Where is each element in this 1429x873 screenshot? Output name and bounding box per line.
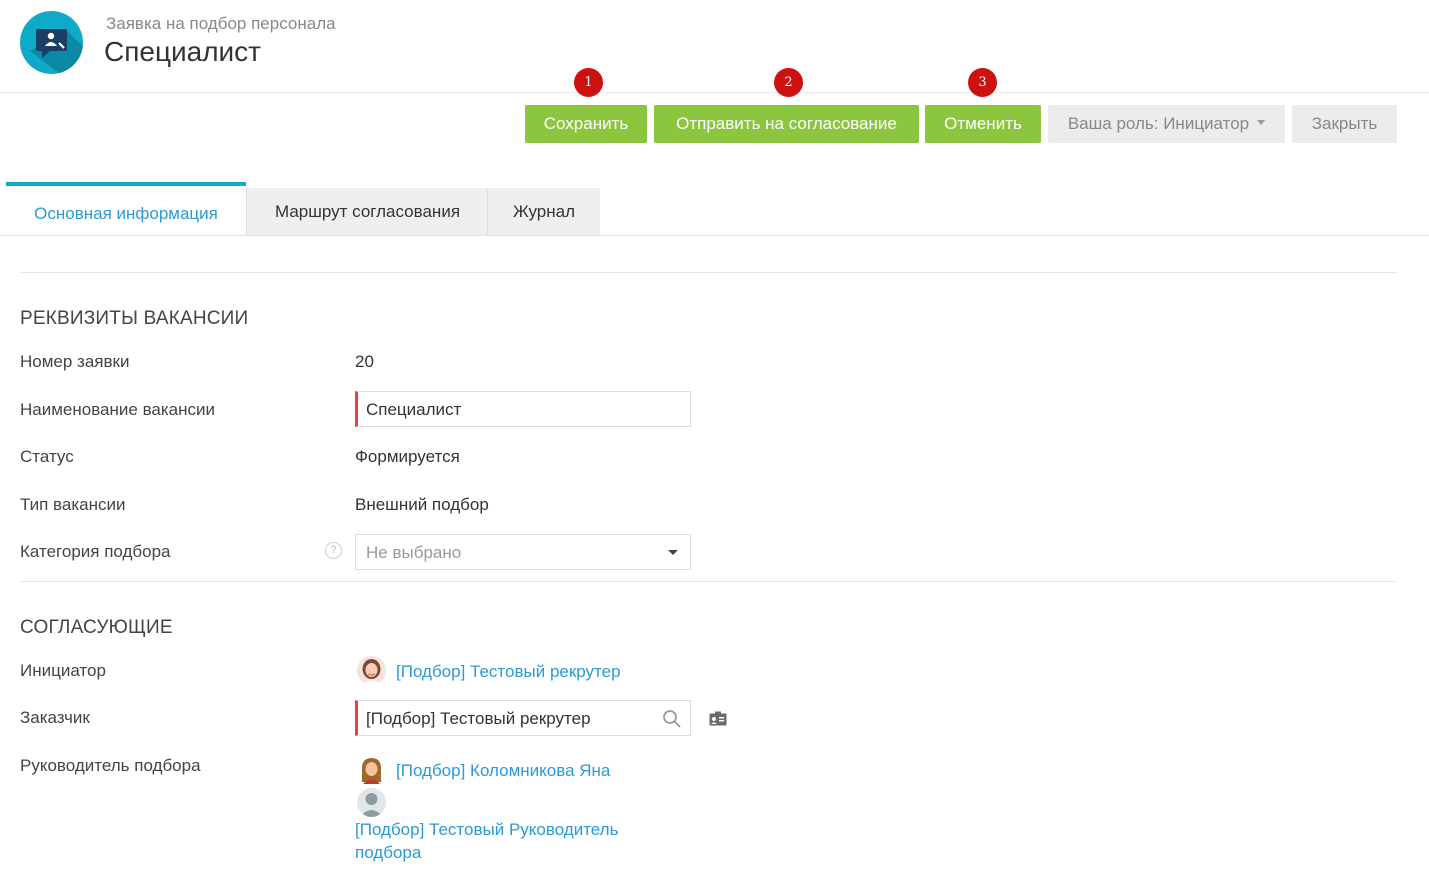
status-value: Формируется [355,447,460,466]
avatar [357,656,386,685]
step-badge-3: 3 [968,68,997,97]
recruitment-manager-2-line1: [Подбор] Тестовый Руководитель [355,820,619,839]
cancel-button[interactable]: Отменить [925,105,1041,143]
tab-main-info[interactable]: Основная информация [6,182,246,235]
avatar [357,755,386,784]
vacancy-type-value: Внешний подбор [355,495,489,514]
chat-user-icon [20,11,83,74]
status-label: Статус [20,447,74,466]
tab-journal[interactable]: Журнал [487,188,600,235]
request-number-label: Номер заявки [20,352,130,371]
avatar [357,788,386,817]
chevron-down-icon [1257,120,1266,126]
step-badge-1: 1 [574,68,603,97]
divider [20,272,1397,273]
chevron-down-icon [668,550,678,555]
page-header: Заявка на подбор персонала Специалист [0,0,1429,93]
send-for-approval-button[interactable]: Отправить на согласование [654,105,919,143]
tab-bar: Основная информация Маршрут согласования… [0,182,1429,236]
close-button[interactable]: Закрыть [1292,105,1397,143]
search-icon[interactable] [662,709,682,734]
page-title: Специалист [104,36,262,67]
recruitment-manager-link-2[interactable]: [Подбор] Тестовый Руководитель подбора [355,820,618,863]
help-icon[interactable]: ? [325,542,342,559]
role-label: Ваша роль: Инициатор [1067,114,1250,133]
tab-approval-route[interactable]: Маршрут согласования [246,188,488,235]
step-badge-2: 2 [774,68,803,97]
initiator-link[interactable]: [Подбор] Тестовый рекрутер [396,662,621,682]
vacancy-name-value: Специалист [366,400,462,419]
initiator-label: Инициатор [20,661,106,680]
recruitment-manager-2-line2: подбора [355,843,422,862]
page-subtitle: Заявка на подбор персонала [106,14,336,33]
request-number-value: 20 [355,352,374,371]
vacancy-name-field[interactable]: Специалист [355,391,691,427]
role-dropdown-button[interactable]: Ваша роль: Инициатор [1048,105,1285,143]
divider [20,581,1397,582]
customer-label: Заказчик [20,708,90,727]
selection-category-label: Категория подбора [20,542,171,561]
recruitment-manager-label: Руководитель подбора [20,756,201,775]
section-title-approvers: СОГЛАСУЮЩИЕ [20,617,173,638]
customer-field[interactable]: [Подбор] Тестовый рекрутер [355,700,691,736]
vacancy-name-label: Наименование вакансии [20,400,216,419]
selection-category-select[interactable]: Не выбрано [355,534,691,570]
customer-value: [Подбор] Тестовый рекрутер [366,709,591,728]
selection-category-placeholder: Не выбрано [366,543,462,562]
contact-card-icon[interactable] [709,711,727,731]
vacancy-type-label: Тип вакансии [20,495,126,514]
section-title-vacancy: РЕКВИЗИТЫ ВАКАНСИИ [20,308,249,329]
save-button[interactable]: Сохранить [525,105,647,143]
recruitment-manager-link-1[interactable]: [Подбор] Коломникова Яна [396,761,610,781]
